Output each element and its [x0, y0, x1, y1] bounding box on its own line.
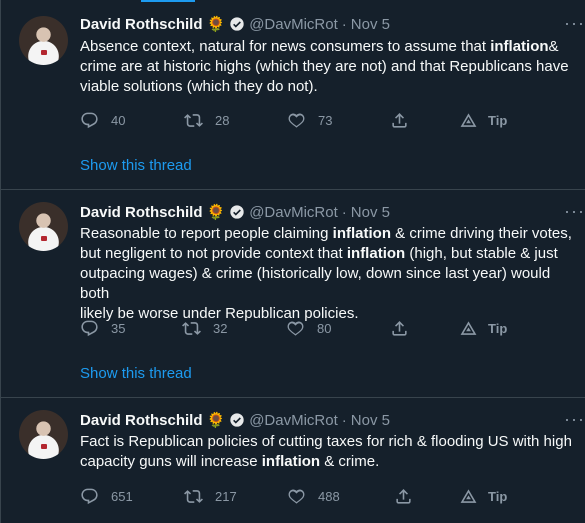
more-icon[interactable]: ···: [564, 14, 584, 36]
tip-label: Tip: [488, 320, 508, 336]
tweet[interactable]: David Rothschild 🌻 @DavMicRot · Nov 5 ··…: [1, 0, 585, 190]
more-icon[interactable]: ···: [564, 410, 584, 432]
author-name[interactable]: David Rothschild: [80, 412, 203, 429]
retweet-count: 32: [213, 320, 228, 336]
author-handle[interactable]: @DavMicRot: [249, 412, 338, 429]
tweet-date[interactable]: Nov 5: [351, 204, 390, 221]
tweet-text: Fact is Republican policies of cutting t…: [80, 432, 580, 472]
tweet[interactable]: David Rothschild 🌻 @DavMicRot · Nov 5 ··…: [1, 398, 585, 523]
highlight-keyword: inflation: [346, 245, 406, 262]
share-button[interactable]: [390, 110, 409, 130]
sunflower-emoji: 🌻: [206, 203, 226, 221]
retweet-count: 28: [215, 112, 230, 128]
avatar[interactable]: [19, 410, 68, 459]
tweet-line: Fact is Republican policies of cutting t…: [80, 433, 572, 450]
author-name[interactable]: David Rothschild: [80, 204, 203, 221]
verified-badge-icon: [230, 413, 244, 427]
show-thread-link[interactable]: Show this thread: [80, 157, 192, 174]
tweet-line: Reasonable to report people claiming inf…: [80, 225, 572, 242]
show-thread-link[interactable]: Show this thread: [80, 365, 192, 382]
reply-count: 40: [111, 112, 126, 128]
tweet-date[interactable]: Nov 5: [351, 412, 390, 429]
tip-icon: [460, 488, 477, 503]
reply-button[interactable]: 40: [80, 110, 125, 130]
highlight-keyword: inflation: [490, 38, 549, 55]
verified-badge-icon: [230, 205, 244, 219]
sunflower-emoji: 🌻: [206, 411, 226, 429]
tweet-header: David Rothschild 🌻 @DavMicRot · Nov 5: [80, 410, 390, 430]
tweet-line: viable solutions (which they do not).: [80, 78, 318, 95]
tip-icon: [460, 112, 477, 127]
verified-badge-icon: [230, 17, 244, 31]
tip-button[interactable]: Tip: [459, 110, 507, 130]
reply-count: 651: [111, 488, 133, 504]
like-count: 80: [317, 320, 332, 336]
share-button[interactable]: [390, 318, 409, 338]
author-handle[interactable]: @DavMicRot: [249, 204, 338, 221]
timeline-feed: David Rothschild 🌻 @DavMicRot · Nov 5 ··…: [0, 0, 585, 523]
tweet-date[interactable]: Nov 5: [351, 16, 390, 33]
reply-count: 35: [111, 320, 126, 336]
share-icon: [392, 112, 407, 128]
reply-button[interactable]: 35: [80, 318, 125, 338]
more-icon[interactable]: ···: [564, 202, 584, 224]
reply-button[interactable]: 651: [80, 486, 133, 506]
separator-dot: ·: [341, 411, 347, 429]
retweet-button[interactable]: 32: [182, 318, 227, 338]
tweet-actions: 651 217 488 Tip: [80, 486, 520, 506]
author-handle[interactable]: @DavMicRot: [249, 16, 338, 33]
tweet-line: outpacing wages) & crime (historically l…: [80, 265, 551, 302]
retweet-icon: [182, 321, 201, 335]
reply-icon: [81, 488, 98, 504]
avatar[interactable]: [19, 16, 68, 65]
share-button[interactable]: [394, 486, 413, 506]
avatar[interactable]: [19, 202, 68, 251]
tip-button[interactable]: Tip: [459, 486, 507, 506]
retweet-button[interactable]: 217: [184, 486, 237, 506]
reply-icon: [81, 320, 98, 336]
like-icon: [288, 113, 305, 128]
tweet-text: Absence context, natural for news consum…: [80, 37, 580, 97]
like-button[interactable]: 488: [287, 486, 340, 506]
like-icon: [288, 489, 305, 504]
tweet-actions: 35 32 80 Tip: [80, 318, 520, 338]
share-icon: [392, 320, 407, 336]
retweet-icon: [184, 113, 203, 127]
like-count: 73: [318, 112, 333, 128]
tip-button[interactable]: Tip: [459, 318, 507, 338]
like-button[interactable]: 80: [286, 318, 331, 338]
tip-icon: [460, 320, 477, 335]
separator-dot: ·: [341, 15, 347, 33]
like-button[interactable]: 73: [287, 110, 332, 130]
tip-label: Tip: [488, 112, 508, 128]
highlight-keyword: inflation: [261, 453, 321, 470]
highlight-keyword: inflation: [332, 225, 391, 242]
tweet-text: Reasonable to report people claiming inf…: [80, 224, 580, 324]
retweet-count: 217: [215, 488, 237, 504]
tweet-line: capacity guns will increase inflation & …: [80, 453, 380, 470]
retweet-button[interactable]: 28: [184, 110, 229, 130]
tip-label: Tip: [488, 488, 508, 504]
author-name[interactable]: David Rothschild: [80, 16, 203, 33]
like-icon: [287, 321, 304, 336]
sunflower-emoji: 🌻: [206, 15, 226, 33]
tweet-header: David Rothschild 🌻 @DavMicRot · Nov 5: [80, 202, 390, 222]
tweet[interactable]: David Rothschild 🌻 @DavMicRot · Nov 5 ··…: [1, 190, 585, 398]
share-icon: [396, 488, 411, 504]
tweet-line: crime are at historic highs (which they …: [80, 58, 569, 75]
tweet-line: Absence context, natural for news consum…: [80, 38, 559, 55]
reply-icon: [81, 112, 98, 128]
tweet-header: David Rothschild 🌻 @DavMicRot · Nov 5: [80, 14, 390, 34]
tweet-line: but negligent to not provide context tha…: [80, 245, 558, 262]
like-count: 488: [318, 488, 340, 504]
separator-dot: ·: [341, 203, 347, 221]
retweet-icon: [184, 489, 203, 503]
tweet-actions: 40 28 73 Tip: [80, 110, 520, 130]
